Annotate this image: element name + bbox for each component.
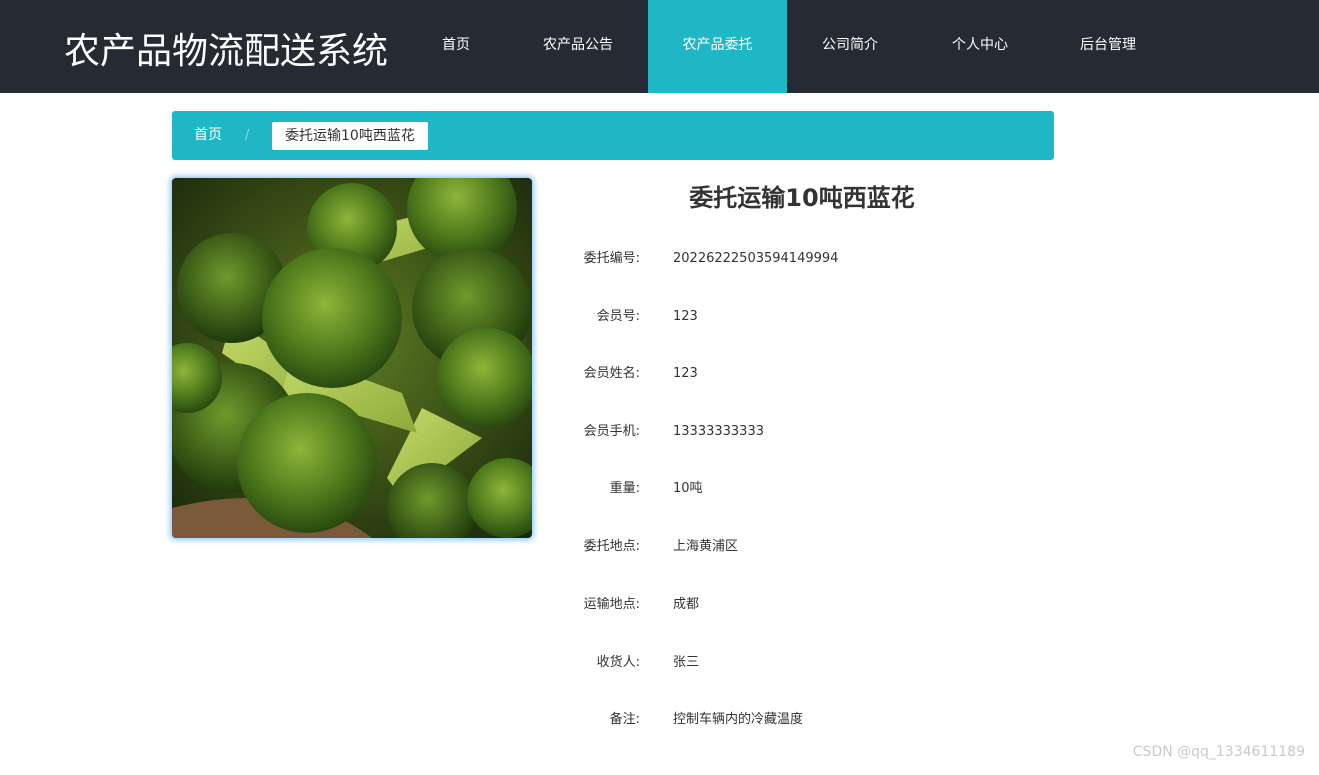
field-label: 收货人: — [596, 655, 640, 670]
field-label: 会员手机: — [583, 424, 640, 439]
field-weight: 重量: 10吨 — [560, 479, 1080, 499]
field-value: 张三 — [673, 655, 700, 670]
watermark: CSDN @qq_1334611189 — [1132, 744, 1305, 760]
nav-item-announcements[interactable]: 农产品公告 — [530, 0, 626, 93]
field-value: 13333333333 — [673, 424, 764, 439]
field-member-phone: 会员手机: 13333333333 — [560, 422, 1080, 442]
nav-item-personal-center[interactable]: 个人中心 — [935, 0, 1025, 93]
field-value: 控制车辆内的冷藏温度 — [673, 712, 804, 727]
breadcrumb-separator: / — [245, 128, 250, 143]
nav-item-company-intro[interactable]: 公司简介 — [805, 0, 895, 93]
breadcrumb-current: 委托运输10吨西蓝花 — [272, 122, 428, 150]
field-commission-no: 委托编号: 20226222503594149994 — [560, 249, 1080, 269]
broccoli-photo-icon — [172, 178, 532, 538]
field-label: 运输地点: — [583, 597, 640, 612]
field-destination: 运输地点: 成都 — [560, 595, 1080, 615]
field-origin: 委托地点: 上海黄浦区 — [560, 537, 1080, 557]
field-value: 成都 — [673, 597, 700, 612]
field-label: 会员号: — [596, 309, 640, 324]
field-value: 上海黄浦区 — [673, 539, 739, 554]
field-member-name: 会员姓名: 123 — [560, 364, 1080, 384]
product-image — [172, 178, 532, 538]
field-label: 委托地点: — [583, 539, 640, 554]
field-label: 委托编号: — [583, 251, 640, 266]
field-value: 123 — [673, 309, 698, 324]
field-label: 会员姓名: — [583, 366, 640, 381]
field-value: 20226222503594149994 — [673, 251, 839, 266]
product-title: 委托运输10吨西蓝花 — [689, 184, 915, 212]
field-label: 重量: — [609, 481, 640, 496]
breadcrumb: 首页 / 委托运输10吨西蓝花 — [172, 111, 1054, 160]
nav-item-home[interactable]: 首页 — [426, 0, 486, 93]
field-label: 备注: — [609, 712, 640, 727]
field-member-no: 会员号: 123 — [560, 307, 1080, 327]
site-title[interactable]: 农产品物流配送系统 — [64, 22, 388, 74]
breadcrumb-home-link[interactable]: 首页 — [194, 111, 222, 160]
field-value: 10吨 — [673, 481, 703, 496]
field-remarks: 备注: 控制车辆内的冷藏温度 — [560, 710, 1080, 730]
field-value: 123 — [673, 366, 698, 381]
nav-item-commission[interactable]: 农产品委托 — [648, 0, 787, 93]
nav-item-admin[interactable]: 后台管理 — [1063, 0, 1153, 93]
field-receiver: 收货人: 张三 — [560, 653, 1080, 673]
top-navigation-bar: 农产品物流配送系统 首页 农产品公告 农产品委托 公司简介 个人中心 后台管理 — [0, 0, 1319, 93]
